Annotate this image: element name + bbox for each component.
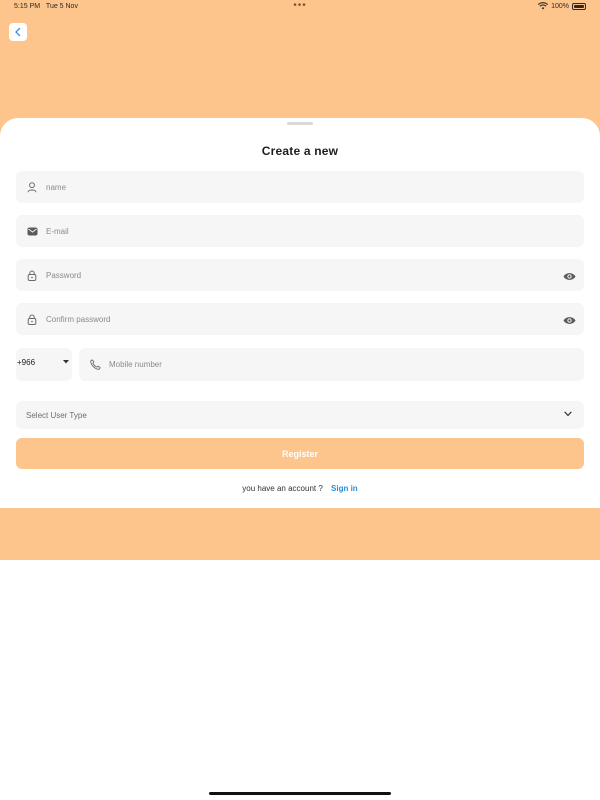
status-indicators: 100%: [538, 2, 586, 10]
mobile-placeholder: Mobile number: [109, 360, 162, 369]
multitasking-dots[interactable]: •••: [293, 0, 307, 11]
wifi-icon: [538, 2, 549, 10]
signin-link[interactable]: Sign in: [331, 484, 358, 493]
sheet-handle[interactable]: [287, 122, 313, 125]
confirm-password-placeholder: Confirm password: [46, 314, 111, 324]
country-code-value: +966: [17, 358, 36, 367]
chevron-left-icon: [15, 27, 21, 37]
envelope-icon: [18, 227, 46, 236]
battery-percent: 100%: [551, 2, 569, 10]
password-placeholder: Password: [46, 270, 82, 280]
mobile-number-field[interactable]: Mobile number: [79, 348, 584, 381]
lock-icon: [18, 314, 46, 325]
password-field[interactable]: Password: [16, 259, 584, 291]
phone-icon: [81, 359, 109, 370]
status-bar: 5:15 PM Tue 5 Nov ••• 100%: [0, 0, 600, 14]
eye-icon[interactable]: [563, 268, 576, 286]
name-placeholder: name: [46, 182, 67, 192]
user-type-select[interactable]: Select User Type: [16, 401, 584, 429]
status-time: 5:15 PM Tue 5 Nov: [14, 3, 78, 10]
country-code-select[interactable]: +966: [16, 348, 72, 381]
eye-icon[interactable]: [563, 312, 576, 330]
caret-down-icon: [63, 360, 69, 364]
register-sheet: Create a new name E-mail Password Confir…: [0, 118, 600, 508]
chevron-down-icon: [564, 411, 572, 417]
page-title: Create a new: [261, 144, 339, 158]
email-placeholder: E-mail: [46, 226, 69, 236]
lock-icon: [18, 270, 46, 281]
confirm-password-field[interactable]: Confirm password: [16, 303, 584, 335]
name-field[interactable]: name: [16, 171, 584, 203]
user-icon: [18, 181, 46, 193]
register-button[interactable]: Register: [16, 438, 584, 469]
email-field[interactable]: E-mail: [16, 215, 584, 247]
signin-prompt: you have an account ? Sign in: [0, 484, 600, 493]
battery-icon: [572, 2, 586, 10]
back-button[interactable]: [9, 23, 27, 41]
user-type-placeholder: Select User Type: [26, 411, 87, 420]
home-indicator[interactable]: [209, 792, 391, 795]
have-account-text: you have an account ?: [242, 484, 323, 493]
